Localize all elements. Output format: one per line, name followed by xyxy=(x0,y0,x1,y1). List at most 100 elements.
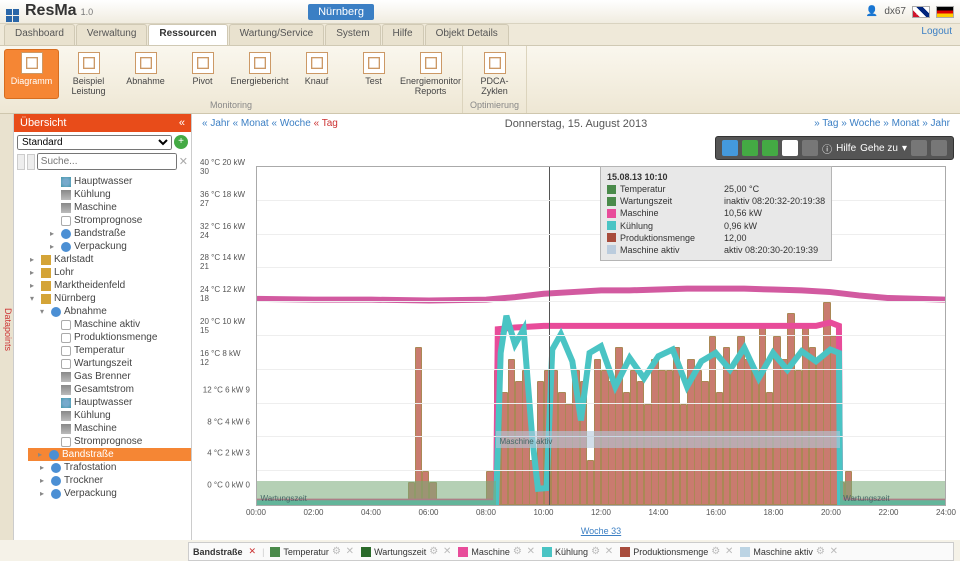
wr-icon xyxy=(61,385,71,395)
ribbon-beispiel[interactable]: Beispiel Leistung xyxy=(61,49,116,99)
nav-prev-2[interactable]: « Woche xyxy=(272,118,311,129)
tab-dashboard[interactable]: Dashboard xyxy=(4,24,75,45)
legend-wartungszeit[interactable]: Wartungszeit ⚙ ✕ xyxy=(361,546,452,557)
tree-expand-button[interactable] xyxy=(17,154,25,170)
side-tab[interactable]: Datapoints xyxy=(0,114,14,540)
app-header: ResMa 1.0 Nürnberg 👤 dx67 xyxy=(0,0,960,24)
tree-n-rnberg[interactable]: Nürnberg xyxy=(30,292,191,305)
search-input[interactable] xyxy=(37,153,177,170)
search-clear-icon[interactable]: ✕ xyxy=(179,155,188,168)
ribbon-abnahme[interactable]: Abnahme xyxy=(118,49,173,99)
nav-prev-1[interactable]: « Monat xyxy=(233,118,269,129)
tree-k-hlung[interactable]: Kühlung xyxy=(30,188,191,201)
tree-abnahme[interactable]: Abnahme xyxy=(30,305,191,318)
tool-export-icon[interactable] xyxy=(722,140,738,156)
knauf-icon xyxy=(306,52,328,74)
bl-icon xyxy=(61,242,71,252)
tree-trafostation[interactable]: Trafostation xyxy=(30,461,191,474)
ribbon-test[interactable]: Test xyxy=(346,49,401,99)
legend-maschine[interactable]: Maschine ⚙ ✕ xyxy=(458,546,536,557)
add-view-button[interactable]: + xyxy=(174,135,188,149)
help-link[interactable]: Hilfe xyxy=(836,143,856,154)
ribbon-knauf[interactable]: Knauf xyxy=(289,49,344,99)
ribbon: DiagrammBeispiel LeistungAbnahmePivotEne… xyxy=(0,46,960,114)
tool-4-icon[interactable] xyxy=(911,140,927,156)
legend-temperatur[interactable]: Temperatur ⚙ ✕ xyxy=(270,546,355,557)
th-icon xyxy=(61,359,71,369)
tree-stromprognose[interactable]: Stromprognose xyxy=(30,214,191,227)
tree-gas-brenner[interactable]: Gas Brenner xyxy=(30,370,191,383)
main-menu: DashboardVerwaltungRessourcenWartung/Ser… xyxy=(0,24,960,46)
tree-collapse-button[interactable] xyxy=(27,154,35,170)
ribbon-energiebericht[interactable]: Energiebericht xyxy=(232,49,287,99)
app-logo: ResMa 1.0 xyxy=(6,2,93,22)
chart-title: Donnerstag, 15. August 2013 xyxy=(505,118,648,130)
tree-hauptwasser[interactable]: Hauptwasser xyxy=(30,175,191,188)
tree-trockner[interactable]: Trockner xyxy=(30,474,191,487)
tab-system[interactable]: System xyxy=(325,24,380,45)
ribbon-diagramm[interactable]: Diagramm xyxy=(4,49,59,99)
tree-bandstra-e[interactable]: Bandstraße xyxy=(28,448,191,461)
tree-bandstra-e[interactable]: Bandstraße xyxy=(30,227,191,240)
nav-prev-0[interactable]: « Jahr xyxy=(202,118,230,129)
help-icon[interactable]: ⓘ xyxy=(822,141,832,156)
chart[interactable]: 0 °C 0 kW 04 °C 2 kW 38 °C 4 kW 612 °C 6… xyxy=(200,160,952,536)
wr-icon xyxy=(61,203,71,213)
energiebericht-icon xyxy=(249,52,271,74)
tree-marktheidenfeld[interactable]: Marktheidenfeld xyxy=(30,279,191,292)
cyl-icon xyxy=(61,177,71,187)
ribbon-energiemonitor[interactable]: Energiemonitor Reports xyxy=(403,49,458,99)
legend-produktionsmenge[interactable]: Produktionsmenge ⚙ ✕ xyxy=(620,546,734,557)
flag-uk-icon[interactable] xyxy=(912,6,930,18)
tree-karlstadt[interactable]: Karlstadt xyxy=(30,253,191,266)
tree-hauptwasser[interactable]: Hauptwasser xyxy=(30,396,191,409)
nav-next-1[interactable]: » Woche xyxy=(841,118,880,129)
location-badge[interactable]: Nürnberg xyxy=(308,4,374,20)
legend-maschine aktiv[interactable]: Maschine aktiv ⚙ ✕ xyxy=(740,546,839,557)
tool-settings-icon[interactable] xyxy=(802,140,818,156)
flag-de-icon[interactable] xyxy=(936,6,954,18)
nav-next-0[interactable]: » Tag xyxy=(814,118,838,129)
app-version: 1.0 xyxy=(81,7,94,17)
tree-verpackung[interactable]: Verpackung xyxy=(30,240,191,253)
tree-maschine[interactable]: Maschine xyxy=(30,201,191,214)
tab-hilfe[interactable]: Hilfe xyxy=(382,24,424,45)
legend-kühlung[interactable]: Kühlung ⚙ ✕ xyxy=(542,546,614,557)
tool-excel-icon[interactable] xyxy=(762,140,778,156)
app-name: ResMa xyxy=(25,2,77,20)
tree-produktionsmenge[interactable]: Produktionsmenge xyxy=(30,331,191,344)
tree-wartungszeit[interactable]: Wartungszeit xyxy=(30,357,191,370)
time-nav: « Jahr « Monat « Woche « Tag Donnerstag,… xyxy=(192,114,960,134)
nav-next-2[interactable]: » Monat xyxy=(883,118,919,129)
bl-icon xyxy=(51,463,61,473)
nav-prev-3[interactable]: « Tag xyxy=(314,118,338,129)
nav-next-3[interactable]: » Jahr xyxy=(922,118,950,129)
tree-temperatur[interactable]: Temperatur xyxy=(30,344,191,357)
tree-k-hlung[interactable]: Kühlung xyxy=(30,409,191,422)
goto-dropdown-icon[interactable]: ▾ xyxy=(902,143,907,154)
ribbon-pdca[interactable]: PDCA-Zyklen xyxy=(467,49,522,99)
week-link[interactable]: Woche 33 xyxy=(581,526,621,536)
home-icon xyxy=(41,294,51,304)
tab-objekt-details[interactable]: Objekt Details xyxy=(425,24,509,45)
tree-lohr[interactable]: Lohr xyxy=(30,266,191,279)
tab-wartung-service[interactable]: Wartung/Service xyxy=(229,24,325,45)
bl-icon xyxy=(51,307,61,317)
tool-refresh-icon[interactable] xyxy=(742,140,758,156)
ribbon-pivot[interactable]: Pivot xyxy=(175,49,230,99)
tool-5-icon[interactable] xyxy=(931,140,947,156)
tree-maschine-aktiv[interactable]: Maschine aktiv xyxy=(30,318,191,331)
view-dropdown[interactable]: Standard xyxy=(17,135,172,150)
tree-gesamtstrom[interactable]: Gesamtstrom xyxy=(30,383,191,396)
diagramm-icon xyxy=(21,52,43,74)
tree-verpackung[interactable]: Verpackung xyxy=(30,487,191,500)
collapse-icon[interactable]: « xyxy=(179,117,185,129)
wr-icon xyxy=(61,190,71,200)
tab-ressourcen[interactable]: Ressourcen xyxy=(148,24,227,45)
logout-link[interactable]: Logout xyxy=(921,26,952,37)
tree-maschine[interactable]: Maschine xyxy=(30,422,191,435)
tab-verwaltung[interactable]: Verwaltung xyxy=(76,24,147,45)
legend-close-icon[interactable]: ✕ xyxy=(249,546,257,557)
tree-stromprognose[interactable]: Stromprognose xyxy=(30,435,191,448)
tool-print-icon[interactable] xyxy=(782,140,798,156)
